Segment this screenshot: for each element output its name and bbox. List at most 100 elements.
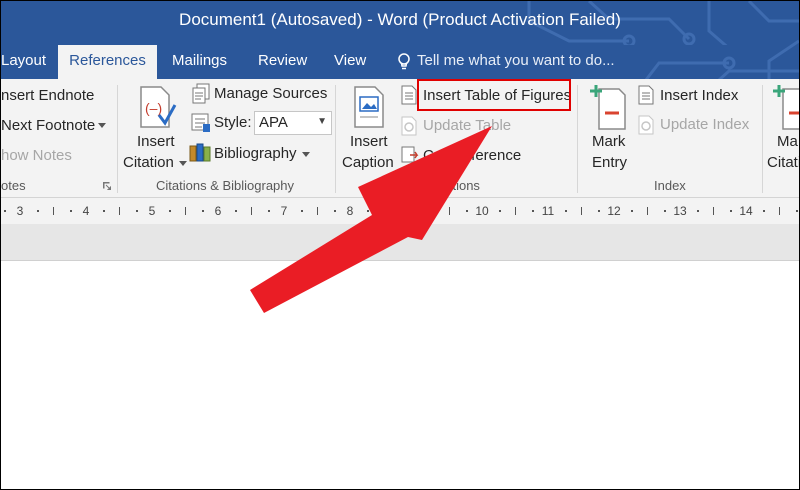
ruler-tick [4,210,6,212]
cross-reference-label-start: Cr [423,147,439,164]
ruler-tick [779,207,780,215]
tell-me-box[interactable]: Tell me what you want to do... [397,45,615,79]
insert-index-icon [638,85,654,105]
highlight-box [417,79,571,111]
insert-endnote-button[interactable]: nsert Endnote [1,87,94,104]
cross-reference-button[interactable]: Cr eference [423,147,521,164]
footnotes-group-label: otes [1,178,26,193]
citations-group-label: Citations & Bibliography [156,178,295,193]
ruler-number: 13 [673,204,687,218]
insert-caption-button[interactable]: Caption [342,154,394,171]
ruler-tick [383,207,384,215]
ruler-tick [334,210,336,212]
insert-citation-button[interactable]: Citation [123,154,174,171]
ribbon-tab-bar: Layout References Mailings Review View T… [1,45,799,79]
style-icon [191,113,210,132]
captions-group-label: aptions [438,178,480,193]
insert-caption-label[interactable]: Insert [350,133,388,150]
insert-caption-icon [354,86,384,128]
tab-references[interactable]: References [58,45,157,79]
ruler-tick [317,207,318,215]
ruler-number: 3 [16,204,24,218]
ruler-tick [763,210,765,212]
mark-citation-button[interactable]: Citati [767,154,799,171]
citation-style-dropdown[interactable]: APA ▼ [254,111,332,135]
insert-citation-icon: (–) [140,86,177,128]
insert-citation-label[interactable]: Insert [137,133,175,150]
tab-layout[interactable]: Layout [1,45,47,79]
ruler-tick [713,207,714,215]
ruler-tick [449,207,450,215]
ruler-tick [581,207,582,215]
group-separator [577,85,578,193]
style-label: Style: [214,114,252,131]
mark-citation-label[interactable]: Ma [777,133,798,150]
next-footnote-button[interactable]: Next Footnote [1,117,95,134]
ruler-number: 7 [280,204,288,218]
mark-citation-icon [773,85,799,130]
ruler-number: 5 [148,204,156,218]
chevron-down-icon [302,152,310,157]
cross-reference-icon [401,146,419,163]
update-table-icon [401,116,417,136]
ruler-tick [400,210,402,212]
mark-entry-button[interactable]: Entry [592,154,627,171]
document-page[interactable] [1,261,799,489]
ruler-tick [103,210,105,212]
page-margin-area [1,224,799,261]
ruler-tick [796,210,798,212]
ruler-tick [631,210,633,212]
ruler-number: 8 [346,204,354,218]
tell-me-text: Tell me what you want to do... [417,52,615,69]
ruler-tick [70,210,72,212]
tab-view[interactable]: View [334,45,366,79]
ruler-tick [598,210,600,212]
ruler-tick [647,207,648,215]
tab-review[interactable]: Review [258,45,307,79]
group-separator [117,85,118,193]
horizontal-ruler: 3 4 5 6 7 8 9 10 11 12 13 14 [1,198,799,224]
mark-entry-icon [590,85,626,130]
index-group-label: Index [654,178,686,193]
chevron-down-icon: ▼ [317,116,327,127]
insert-index-button[interactable]: Insert Index [660,87,738,104]
tab-mailings[interactable]: Mailings [172,45,227,79]
ruler-tick [251,207,252,215]
ruler-tick [202,210,204,212]
title-bar: Document1 (Autosaved) - Word (Product Ac… [1,1,799,45]
ribbon: nsert Endnote Next Footnote how Notes ot… [1,79,799,198]
bibliography-icon [189,143,211,162]
ruler-tick [53,207,54,215]
ruler-tick [697,210,699,212]
ruler-tick [367,210,369,212]
ruler-tick [268,210,270,212]
table-of-figures-icon [401,85,417,105]
ruler-number: 9 [412,204,420,218]
ruler-tick [565,210,567,212]
group-separator [335,85,336,193]
ruler-number: 6 [214,204,222,218]
ruler-tick [37,210,39,212]
bibliography-button[interactable]: Bibliography [214,145,297,162]
ruler-tick [169,210,171,212]
update-table-button[interactable]: Update Table [423,117,511,134]
word-window: Document1 (Autosaved) - Word (Product Ac… [0,0,800,490]
update-index-button[interactable]: Update Index [660,116,749,133]
ruler-tick [235,210,237,212]
ruler-tick [532,210,534,212]
show-notes-button[interactable]: how Notes [1,147,72,164]
ruler-tick [466,210,468,212]
ruler-tick [433,210,435,212]
chevron-down-icon [98,123,106,128]
ruler-tick [119,207,120,215]
ruler-number: 11 [541,204,555,218]
ruler-tick [136,210,138,212]
update-index-icon [638,115,654,135]
manage-sources-button[interactable]: Manage Sources [214,85,327,102]
group-separator [762,85,763,193]
ruler-number: 12 [607,204,621,218]
mark-entry-label[interactable]: Mark [592,133,625,150]
ruler-tick [664,210,666,212]
ruler-tick [301,210,303,212]
dialog-launcher-icon[interactable] [103,182,111,190]
